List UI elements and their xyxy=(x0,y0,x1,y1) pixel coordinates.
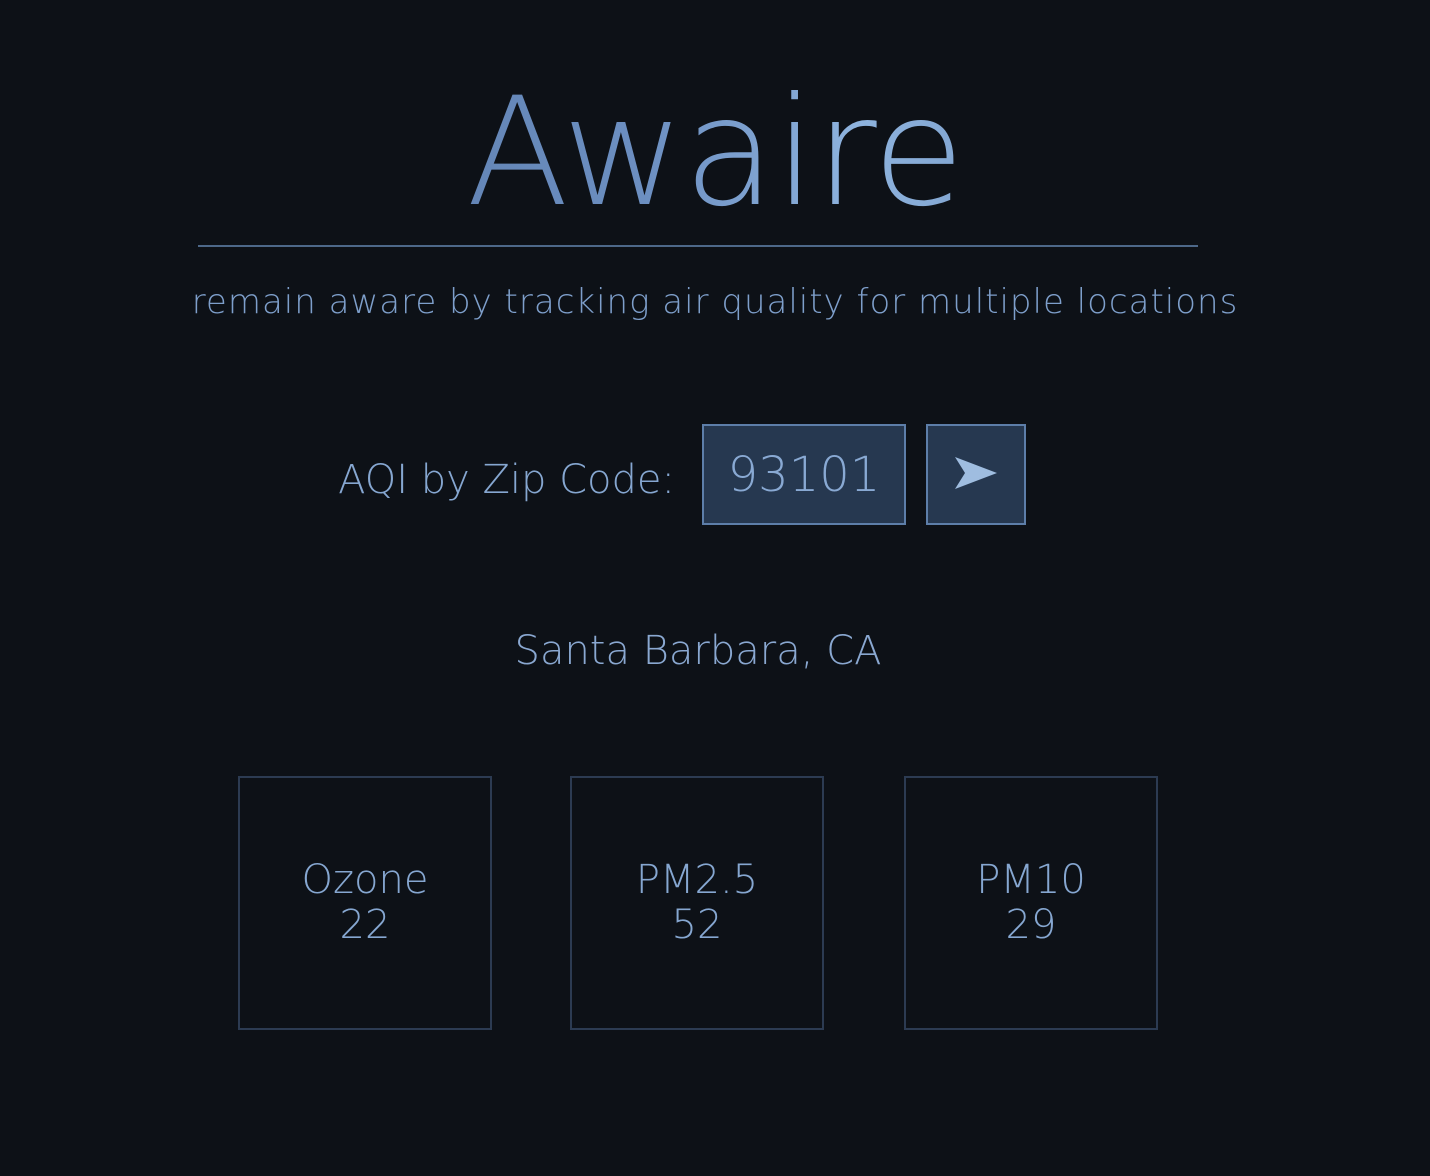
location-name: Santa Barbara, CA xyxy=(514,628,882,674)
tagline: remain aware by tracking air quality for… xyxy=(191,282,1239,322)
title-divider xyxy=(198,245,1198,247)
aqi-card-pm25: PM2.5 52 xyxy=(570,776,824,1030)
aqi-card-ozone: Ozone 22 xyxy=(238,776,492,1030)
app-title: Awaire xyxy=(0,68,1430,238)
zip-code-label: AQI by Zip Code: xyxy=(338,457,675,503)
aqi-card-pm10: PM10 29 xyxy=(904,776,1158,1030)
arrow-right-icon xyxy=(952,454,1000,495)
aqi-card-label: PM2.5 xyxy=(635,857,759,903)
aqi-card-value: 29 xyxy=(1005,902,1057,948)
page: Awaire remain aware by tracking air qual… xyxy=(0,0,1430,1176)
aqi-card-value: 52 xyxy=(671,902,723,948)
submit-zip-button[interactable] xyxy=(926,424,1026,525)
zip-code-input[interactable] xyxy=(702,424,906,525)
aqi-card-value: 22 xyxy=(339,902,391,948)
aqi-card-label: PM10 xyxy=(976,857,1086,903)
aqi-card-label: Ozone xyxy=(301,857,429,903)
